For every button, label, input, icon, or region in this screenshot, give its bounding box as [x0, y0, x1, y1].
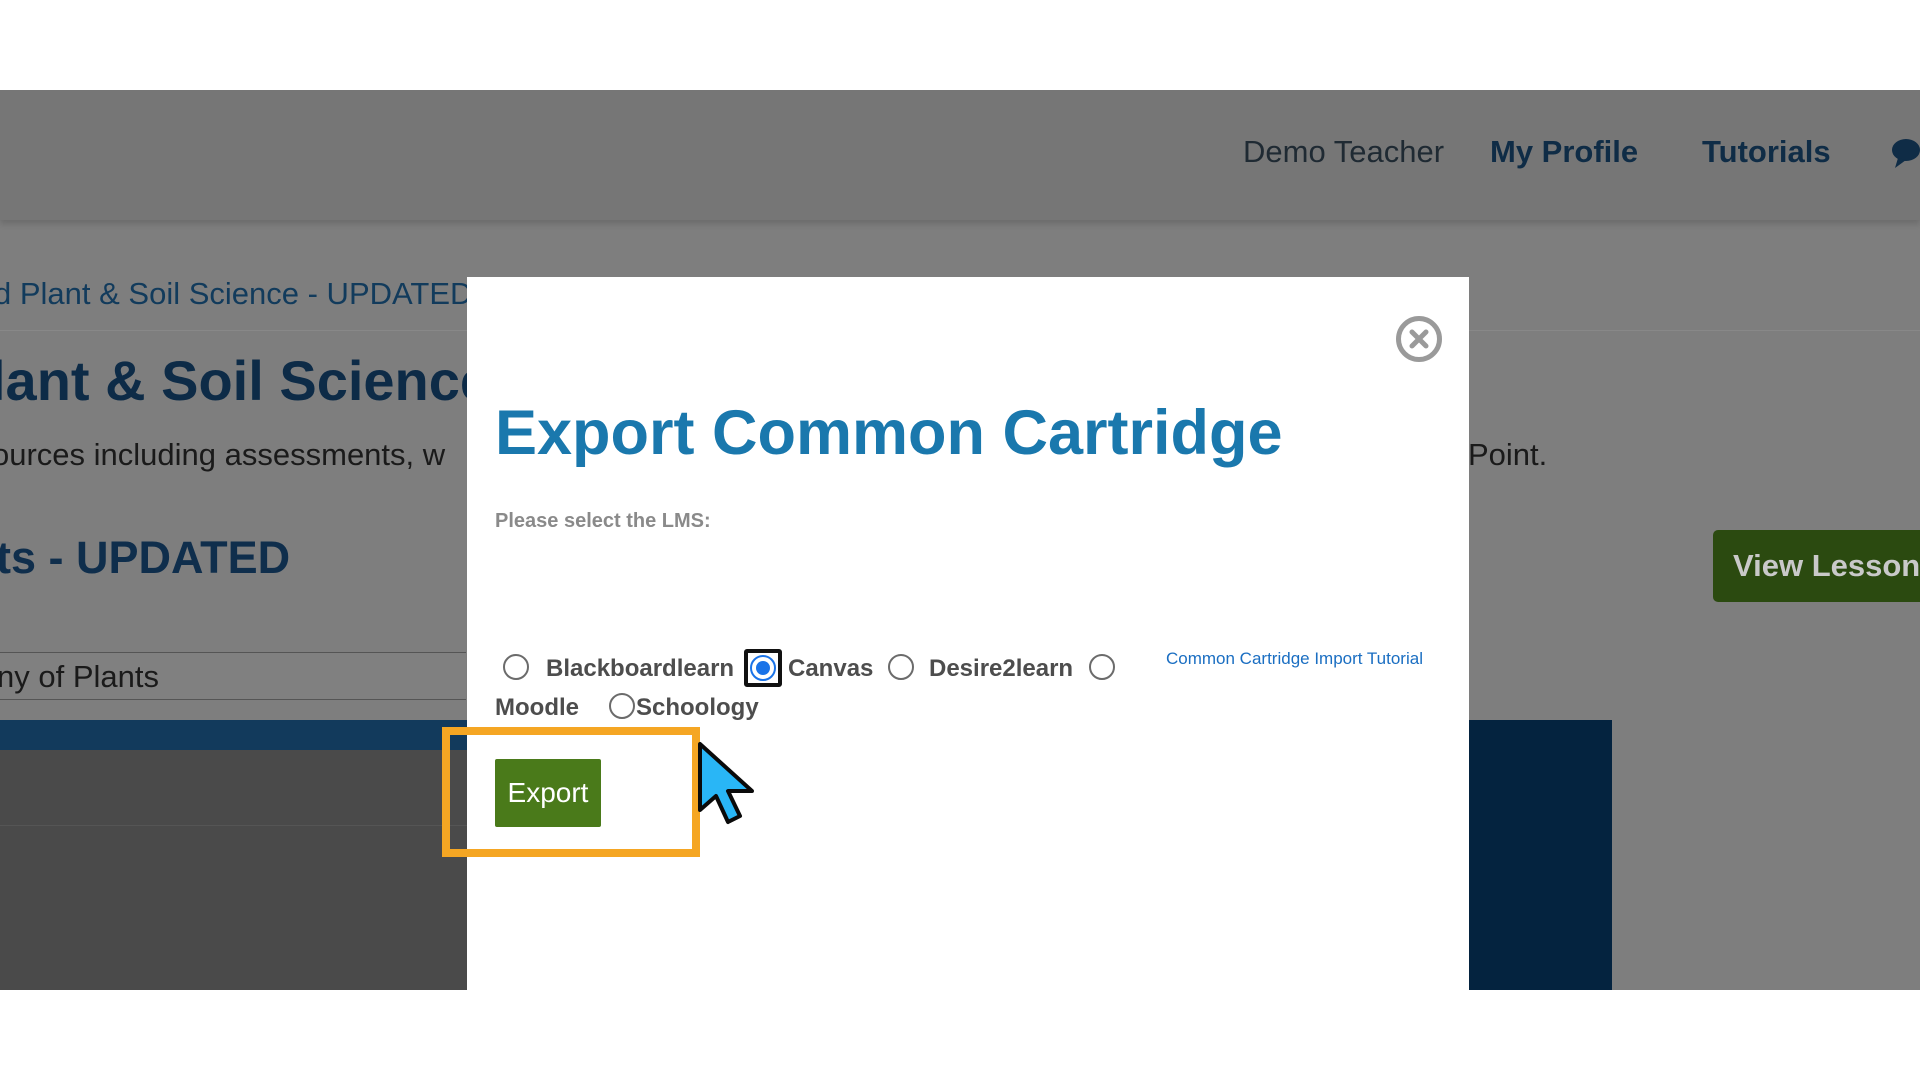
label-canvas[interactable]: Canvas — [788, 655, 873, 683]
modal-title: Export Common Cartridge — [495, 398, 1283, 468]
radio-moodle[interactable] — [1089, 654, 1115, 680]
app-viewport: Demo Teacher My Profile Tutorials d Plan… — [0, 90, 1920, 990]
radio-desire2learn[interactable] — [888, 654, 914, 680]
cursor-icon — [696, 740, 766, 835]
close-button[interactable] — [1396, 316, 1442, 362]
radio-blackboardlearn[interactable] — [503, 654, 529, 680]
radio-canvas[interactable] — [750, 655, 776, 681]
course-title: lant & Soil Science — [0, 349, 492, 412]
breadcrumb[interactable]: d Plant & Soil Science - UPDATED — [0, 276, 472, 312]
user-name: Demo Teacher — [1243, 134, 1445, 169]
label-schoology[interactable]: Schoology — [636, 694, 759, 722]
lesson-select-value: ny of Plants — [0, 659, 159, 694]
course-description-end: Point. — [1468, 437, 1548, 472]
view-lesson-button[interactable]: View Lesson — [1713, 530, 1920, 602]
highlight-box — [442, 727, 700, 857]
content-panel — [0, 750, 470, 990]
lesson-title: ts - UPDATED — [0, 532, 291, 583]
export-modal: Export Common Cartridge Please select th… — [467, 277, 1469, 990]
lms-prompt: Please select the LMS: — [495, 510, 711, 532]
tutorial-link[interactable]: Common Cartridge Import Tutorial — [1166, 649, 1423, 669]
close-icon — [1409, 329, 1429, 349]
top-nav-bar: Demo Teacher My Profile Tutorials — [0, 90, 1920, 220]
label-blackboardlearn[interactable]: Blackboardlearn — [546, 655, 734, 683]
radio-schoology[interactable] — [609, 693, 635, 719]
content-panel-right — [1468, 720, 1612, 990]
label-desire2learn[interactable]: Desire2learn — [929, 655, 1073, 683]
course-description: ources including assessments, w — [0, 437, 446, 472]
my-profile-link[interactable]: My Profile — [1490, 134, 1638, 170]
content-panel-divider — [0, 825, 470, 826]
tutorials-link[interactable]: Tutorials — [1702, 134, 1831, 170]
label-moodle[interactable]: Moodle — [495, 694, 579, 722]
content-header-bar — [0, 720, 470, 750]
lesson-select[interactable]: ny of Plants — [0, 652, 466, 700]
chat-icon[interactable] — [1890, 136, 1920, 177]
